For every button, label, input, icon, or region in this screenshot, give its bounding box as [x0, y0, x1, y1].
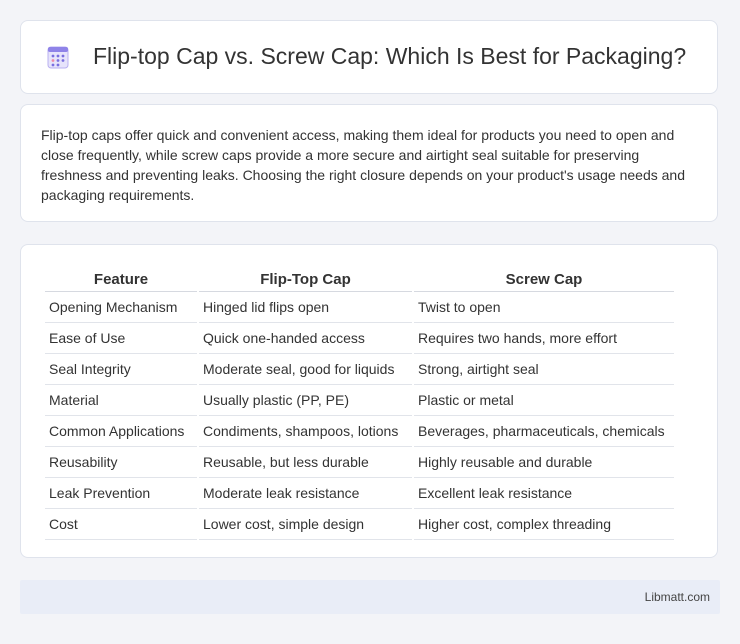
table-row: Common Applications Condiments, shampoos… [45, 416, 674, 447]
feature-cell: Opening Mechanism [45, 292, 197, 323]
column-header-flip-top: Flip-Top Cap [199, 265, 412, 292]
flip-top-cell: Usually plastic (PP, PE) [199, 385, 412, 416]
feature-cell: Seal Integrity [45, 354, 197, 385]
flip-top-cell: Moderate leak resistance [199, 478, 412, 509]
screw-cap-cell: Requires two hands, more effort [414, 323, 674, 354]
feature-cell: Cost [45, 509, 197, 540]
screw-cap-cell: Beverages, pharmaceuticals, chemicals [414, 416, 674, 447]
table-header-row: Feature Flip-Top Cap Screw Cap [45, 265, 674, 292]
flip-top-cell: Lower cost, simple design [199, 509, 412, 540]
screw-cap-cell: Excellent leak resistance [414, 478, 674, 509]
table-row: Reusability Reusable, but less durable H… [45, 447, 674, 478]
table-row: Opening Mechanism Hinged lid flips open … [45, 292, 674, 323]
feature-cell: Material [45, 385, 197, 416]
screw-cap-cell: Strong, airtight seal [414, 354, 674, 385]
flip-top-cell: Condiments, shampoos, lotions [199, 416, 412, 447]
feature-cell: Leak Prevention [45, 478, 197, 509]
footer-site-link[interactable]: Libmatt.com [645, 590, 710, 604]
flip-top-cell: Quick one-handed access [199, 323, 412, 354]
flip-top-cell: Moderate seal, good for liquids [199, 354, 412, 385]
table-row: Ease of Use Quick one-handed access Requ… [45, 323, 674, 354]
feature-cell: Reusability [45, 447, 197, 478]
column-header-feature: Feature [45, 265, 197, 292]
screw-cap-cell: Highly reusable and durable [414, 447, 674, 478]
table-row: Leak Prevention Moderate leak resistance… [45, 478, 674, 509]
calendar-grid-icon [47, 45, 69, 69]
screw-cap-cell: Higher cost, complex threading [414, 509, 674, 540]
screw-cap-cell: Twist to open [414, 292, 674, 323]
footer-bar: Libmatt.com [20, 580, 720, 614]
comparison-table: Feature Flip-Top Cap Screw Cap Opening M… [43, 265, 676, 540]
table-row: Cost Lower cost, simple design Higher co… [45, 509, 674, 540]
flip-top-cell: Hinged lid flips open [199, 292, 412, 323]
feature-cell: Common Applications [45, 416, 197, 447]
intro-paragraph: Flip-top caps offer quick and convenient… [41, 127, 685, 203]
header-card: Flip-top Cap vs. Screw Cap: Which Is Bes… [20, 20, 718, 94]
intro-card: Flip-top caps offer quick and convenient… [20, 104, 718, 222]
comparison-table-card: Feature Flip-Top Cap Screw Cap Opening M… [20, 244, 718, 558]
flip-top-cell: Reusable, but less durable [199, 447, 412, 478]
feature-cell: Ease of Use [45, 323, 197, 354]
screw-cap-cell: Plastic or metal [414, 385, 674, 416]
page-title: Flip-top Cap vs. Screw Cap: Which Is Bes… [93, 43, 687, 69]
column-header-screw-cap: Screw Cap [414, 265, 674, 292]
table-row: Material Usually plastic (PP, PE) Plasti… [45, 385, 674, 416]
table-row: Seal Integrity Moderate seal, good for l… [45, 354, 674, 385]
